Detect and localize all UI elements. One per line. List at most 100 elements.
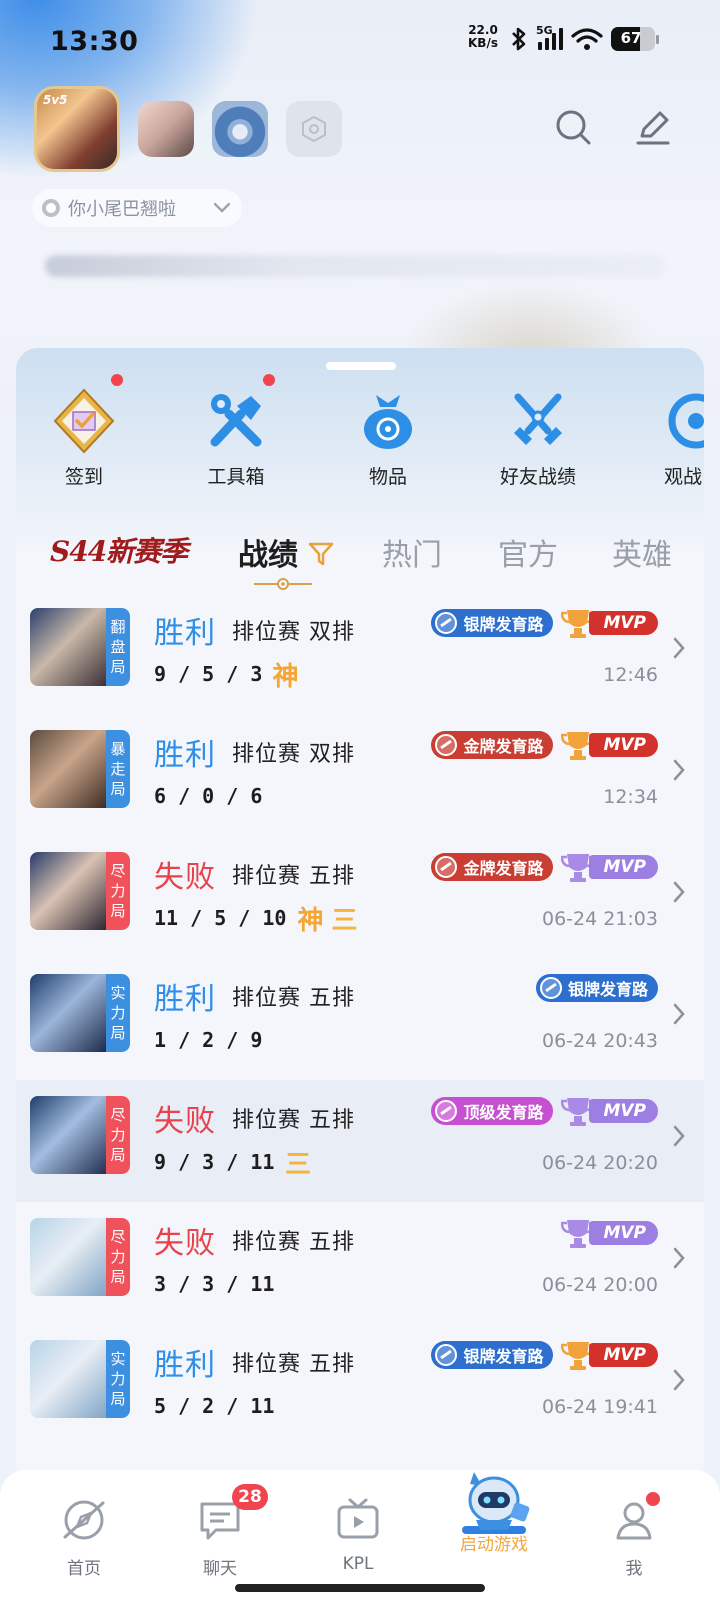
- add-game-hex-icon[interactable]: [286, 101, 342, 157]
- mode-char: 实: [110, 1350, 126, 1368]
- match-mode-tag: 实力局: [106, 1340, 130, 1418]
- game-icon-3[interactable]: [212, 101, 268, 157]
- match-type: 排位赛 五排: [232, 986, 355, 1011]
- mode-char: 力: [110, 1126, 126, 1144]
- nav-chat[interactable]: 28 聊天: [160, 1484, 280, 1579]
- tab-records[interactable]: 战绩: [238, 530, 334, 574]
- nav-me[interactable]: 我: [574, 1490, 694, 1579]
- edit-pencil-icon[interactable]: [634, 108, 672, 146]
- chevron-right-icon: [673, 1003, 685, 1025]
- mode-char: 尽: [110, 862, 126, 880]
- mode-char: 局: [110, 902, 126, 920]
- quick-action-items[interactable]: 物品: [328, 388, 448, 489]
- kda: 5 / 2 / 11: [154, 1394, 275, 1418]
- chevron-right-icon: [673, 881, 685, 903]
- status-time: 13:30: [50, 26, 139, 57]
- chevron-right-icon: [673, 1369, 685, 1391]
- tab-heroes[interactable]: 英雄: [612, 530, 672, 574]
- triple-kill-mark: 三: [331, 906, 358, 936]
- match-record-row[interactable]: 尽力局 失败 排位赛 五排 11 / 5 / 10 神三 金牌发育路 MVP 0…: [16, 836, 704, 958]
- match-type: 排位赛 五排: [232, 864, 355, 889]
- match-result: 失败: [154, 1104, 216, 1139]
- match-badges: 金牌发育路 MVP: [431, 852, 658, 882]
- match-result: 胜利: [154, 982, 216, 1017]
- match-time: 06-24 20:20: [541, 1152, 658, 1174]
- toolbox-icon: [210, 394, 262, 447]
- match-type: 排位赛 五排: [232, 1108, 355, 1133]
- hero-avatar: 尽力局: [30, 1218, 130, 1296]
- status-bar: 13:30 22.0 KB/s 5G 67: [0, 0, 720, 84]
- honor-marks: 三: [285, 1144, 311, 1181]
- mode-char: 力: [110, 1248, 126, 1266]
- match-type: 排位赛 双排: [232, 620, 355, 645]
- mode-char: 尽: [110, 1228, 126, 1246]
- hero-avatar: 实力局: [30, 1340, 130, 1418]
- hero-avatar: 尽力局: [30, 1096, 130, 1174]
- match-record-row[interactable]: 尽力局 失败 排位赛 五排 9 / 3 / 11 三 顶级发育路 MVP 06-…: [16, 1080, 704, 1202]
- position-badge: 顶级发育路: [431, 1097, 554, 1125]
- cell-signal-icon: 5G: [536, 24, 563, 50]
- account-selector[interactable]: 你小尾巴翘啦: [32, 189, 242, 227]
- match-record-row[interactable]: 翻盘局 胜利 排位赛 双排 9 / 5 / 3 神 银牌发育路 MVP 12:4…: [16, 592, 704, 714]
- game-icon-honor-of-kings[interactable]: 5v5: [34, 86, 120, 172]
- match-record-row[interactable]: 暴走局 胜利 排位赛 双排 6 / 0 / 6 金牌发育路 MVP 12:34: [16, 714, 704, 836]
- match-badges: 银牌发育路: [535, 974, 658, 1002]
- match-record-row[interactable]: 实力局 胜利 排位赛 五排 5 / 2 / 11 银牌发育路 MVP 06-24…: [16, 1324, 704, 1446]
- mode-char: 局: [110, 658, 126, 676]
- mode-char: 尽: [110, 1106, 126, 1124]
- match-badges: 银牌发育路 MVP: [431, 608, 658, 638]
- quick-action-friend-records[interactable]: 好友战绩: [478, 388, 598, 489]
- match-result: 失败: [154, 860, 216, 895]
- records-tabs: S44新赛季 战绩 热门 官方 英雄: [16, 520, 704, 590]
- account-status-icon: [42, 199, 60, 217]
- chevron-right-icon: [673, 1125, 685, 1147]
- mode-char: 暴: [110, 740, 126, 758]
- nav-launch-game[interactable]: 启动游戏: [434, 1472, 554, 1555]
- tab-hot[interactable]: 热门: [382, 530, 442, 574]
- quick-action-toolbox[interactable]: 工具箱: [176, 374, 296, 489]
- drag-handle[interactable]: [326, 362, 396, 370]
- filter-icon[interactable]: [308, 541, 334, 567]
- match-type: 排位赛 双排: [232, 742, 355, 767]
- net-speed: 22.0 KB/s: [468, 23, 498, 50]
- search-icon[interactable]: [554, 108, 592, 146]
- match-record-row[interactable]: 实力局 胜利 排位赛 五排 1 / 2 / 9 银牌发育路 06-24 20:4…: [16, 958, 704, 1080]
- quick-actions: 签到 工具箱 物品 好友战绩 观战: [16, 374, 704, 498]
- match-badges: 顶级发育路 MVP: [431, 1096, 658, 1126]
- kda: 3 / 3 / 11: [154, 1272, 275, 1296]
- match-record-row[interactable]: 尽力局 失败 排位赛 五排 3 / 3 / 11 MVP 06-24 20:00: [16, 1202, 704, 1324]
- tab-official[interactable]: 官方: [498, 530, 558, 574]
- game-icon-2[interactable]: [138, 101, 194, 157]
- mode-char: 局: [110, 1146, 126, 1164]
- match-time: 12:46: [603, 664, 658, 686]
- match-result: 胜利: [154, 1348, 216, 1383]
- match-mode-tag: 尽力局: [106, 852, 130, 930]
- mode-char: 局: [110, 1024, 126, 1042]
- home-indicator[interactable]: [235, 1584, 485, 1592]
- quick-action-watch[interactable]: 观战: [628, 388, 704, 489]
- quick-action-checkin[interactable]: 签到: [24, 374, 144, 489]
- mvp-badge: MVP: [561, 608, 658, 638]
- mode-char: 局: [110, 780, 126, 798]
- records-panel: 签到 工具箱 物品 好友战绩 观战 S44新赛季 战绩 热门 官方 英雄 翻 盘…: [16, 348, 704, 1478]
- nav-kpl[interactable]: KPL: [298, 1490, 418, 1574]
- match-mode-tag: 实力局: [106, 974, 130, 1052]
- notification-dot: [646, 1492, 660, 1506]
- mvp-badge: MVP: [561, 1096, 658, 1126]
- lane-icon: [435, 1344, 458, 1366]
- match-mode-tag: 尽力局: [106, 1096, 130, 1174]
- position-badge: 银牌发育路: [535, 974, 658, 1002]
- mode-char: 局: [110, 1390, 126, 1408]
- season-banner[interactable]: S44新赛季: [50, 530, 188, 570]
- mvp-badge: MVP: [561, 1340, 658, 1370]
- mode-char: 力: [110, 882, 126, 900]
- match-time: 06-24 19:41: [541, 1396, 658, 1418]
- match-badges: 金牌发育路 MVP: [431, 730, 658, 760]
- nav-home[interactable]: 首页: [24, 1490, 144, 1579]
- match-result: 胜利: [154, 616, 216, 651]
- lane-icon: [539, 977, 562, 999]
- mode-char: 翻: [110, 618, 126, 636]
- game-switcher: 5v5: [34, 86, 342, 172]
- wifi-icon: [571, 28, 603, 50]
- crossed-swords-icon: [514, 393, 562, 445]
